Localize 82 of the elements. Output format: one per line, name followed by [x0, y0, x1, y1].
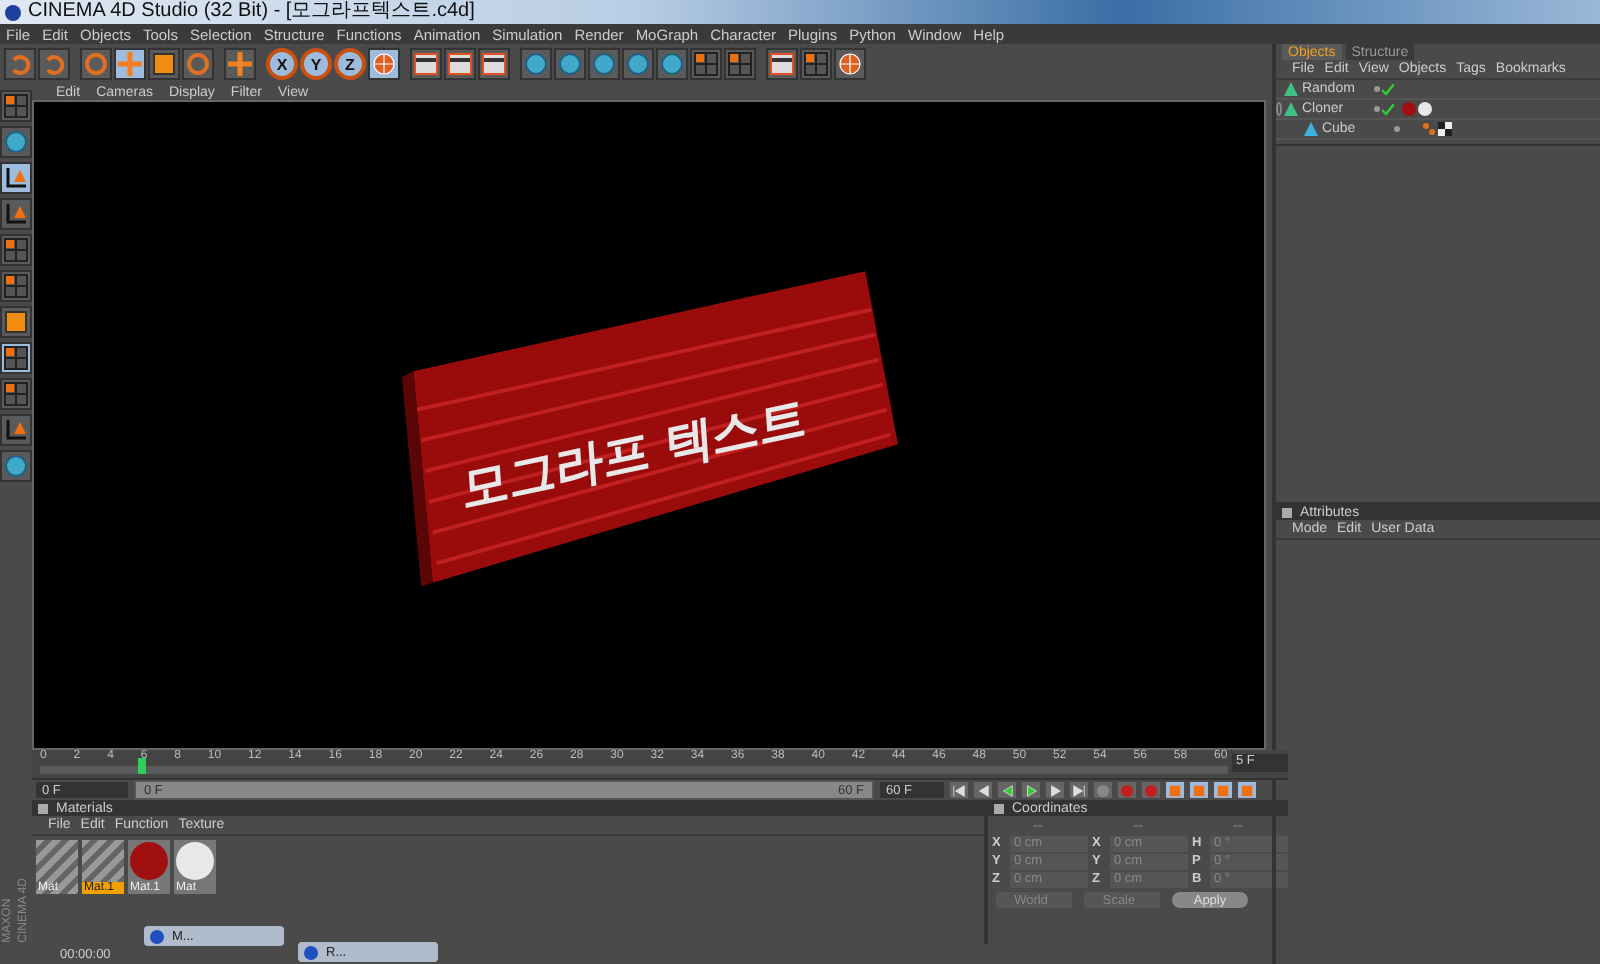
- toolbar-button[interactable]: [0, 234, 32, 266]
- app-logo-icon: [304, 945, 318, 959]
- key-icon: [1168, 783, 1182, 797]
- clapper-icon: [770, 52, 794, 76]
- axis-button[interactable]: X: [266, 48, 298, 80]
- axis-icon: [4, 166, 28, 190]
- toolbar-button[interactable]: [0, 90, 32, 122]
- grid-icon: [694, 52, 718, 76]
- toolbar-button[interactable]: [724, 48, 756, 80]
- square-icon: [4, 310, 28, 334]
- dots-tag-icon[interactable]: [1422, 122, 1436, 136]
- axis-icon: [4, 202, 28, 226]
- key-icon: [1216, 783, 1230, 797]
- toolbar-button[interactable]: [0, 378, 32, 410]
- material-tag-icon[interactable]: [1418, 102, 1432, 116]
- playhead[interactable]: [138, 758, 147, 774]
- sphere-icon: [592, 52, 616, 76]
- playback-button[interactable]: [1070, 782, 1088, 798]
- grid-icon: [4, 238, 28, 262]
- key-icon: [1192, 783, 1206, 797]
- grid-icon: [4, 94, 28, 118]
- toolbar-button[interactable]: [0, 414, 32, 446]
- toolbar-button[interactable]: [478, 48, 510, 80]
- step-icon: [1048, 783, 1062, 797]
- toolbar-button[interactable]: [444, 48, 476, 80]
- axis-button[interactable]: Z: [334, 48, 366, 80]
- window-title: CINEMA 4D Studio (32 Bit) - [모그라프텍스트.c4d]: [28, 0, 475, 24]
- key-icon: [1240, 783, 1254, 797]
- checker-tag-icon[interactable]: [1438, 122, 1452, 136]
- sphere-icon: [626, 52, 650, 76]
- grid-icon: [4, 382, 28, 406]
- axis-icon: [4, 418, 28, 442]
- sphere-icon: [660, 52, 684, 76]
- grid-icon: [4, 274, 28, 298]
- ring-icon: [84, 52, 108, 76]
- clapper-icon: [448, 52, 472, 76]
- toolbar-button[interactable]: [0, 162, 32, 194]
- viewport[interactable]: 모그라프 텍스트: [32, 100, 1266, 750]
- toolbar-button[interactable]: [834, 48, 866, 80]
- globe-icon: [838, 52, 862, 76]
- cross-arrows-icon: [228, 52, 252, 76]
- grid-icon: [804, 52, 828, 76]
- visibility-dot[interactable]: [1374, 86, 1380, 92]
- scene-3d-text: 모그라프 텍스트: [460, 388, 808, 518]
- toolbar-button[interactable]: [368, 48, 400, 80]
- toolbar-button[interactable]: [766, 48, 798, 80]
- axis-button[interactable]: Y: [300, 48, 332, 80]
- playback-button[interactable]: [998, 782, 1016, 798]
- grid-icon: [4, 346, 28, 370]
- toolbar-button[interactable]: [0, 270, 32, 302]
- ring-icon: [186, 52, 210, 76]
- app-logo-icon: [150, 929, 164, 943]
- sphere-icon: [4, 454, 28, 478]
- playback-button[interactable]: [950, 782, 968, 798]
- playback-button[interactable]: [974, 782, 992, 798]
- clapper-icon: [482, 52, 506, 76]
- toolbar-button[interactable]: [690, 48, 722, 80]
- toolbar-button[interactable]: [0, 342, 32, 374]
- app-logo-icon: [4, 3, 22, 21]
- sphere-icon: [558, 52, 582, 76]
- toolbar-button[interactable]: [114, 48, 146, 80]
- playback-button[interactable]: [1022, 782, 1040, 798]
- toolbar-button[interactable]: [0, 198, 32, 230]
- step-icon: [1072, 783, 1086, 797]
- visibility-dot[interactable]: [1374, 106, 1380, 112]
- checkmark-icon[interactable]: [1382, 103, 1394, 115]
- visibility-dot[interactable]: [1394, 126, 1400, 132]
- globe-icon: [372, 52, 396, 76]
- playback-button[interactable]: [1046, 782, 1064, 798]
- square-icon: [152, 52, 176, 76]
- expand-toggle[interactable]: [1276, 102, 1282, 116]
- sphere-icon: [4, 130, 28, 154]
- step-icon: [952, 783, 966, 797]
- toolbar-button[interactable]: [410, 48, 442, 80]
- toolbar-button[interactable]: [800, 48, 832, 80]
- grid-icon: [728, 52, 752, 76]
- clapper-icon: [414, 52, 438, 76]
- toolbar-button[interactable]: [0, 306, 32, 338]
- sphere-icon: [524, 52, 548, 76]
- cross-arrows-icon: [118, 52, 142, 76]
- toolbar-button[interactable]: [148, 48, 180, 80]
- checkmark-icon[interactable]: [1382, 83, 1394, 95]
